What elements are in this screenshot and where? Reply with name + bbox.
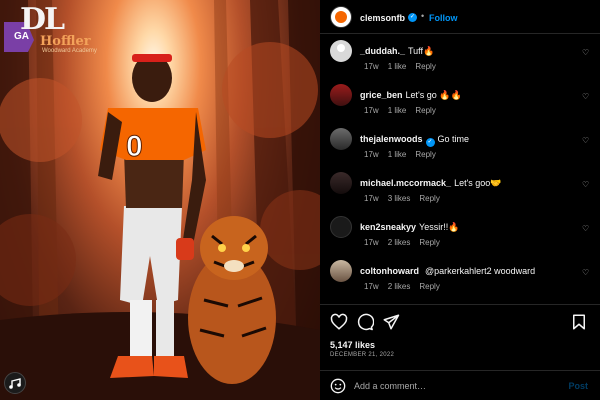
post-panel: clemsonfb ✓ • Follow _duddah._ Tuff🔥 17w 1… [320, 0, 600, 400]
commenter-username[interactable]: _duddah._ [360, 46, 405, 56]
comment-text: Tuff🔥 [408, 46, 435, 56]
comment-likes[interactable]: 1 like [388, 150, 407, 159]
comment-like-icon[interactable]: ♡ [582, 224, 590, 233]
comment-time: 17w [364, 62, 379, 71]
heart-icon[interactable] [330, 313, 348, 331]
commenter-avatar[interactable] [330, 84, 352, 106]
bookmark-icon[interactable] [570, 313, 588, 331]
comment-item: grice_ben Let's go 🔥🔥 17w 1 like Reply ♡ [320, 84, 600, 128]
comment-likes[interactable]: 2 likes [388, 238, 411, 247]
verified-badge-icon: ✓ [425, 138, 435, 147]
audio-icon[interactable] [4, 372, 26, 394]
comment-like-icon[interactable]: ♡ [582, 48, 590, 57]
comment-input[interactable] [354, 377, 554, 395]
follow-button[interactable]: Follow [429, 13, 458, 23]
owner-username[interactable]: clemsonfb [360, 13, 405, 23]
commenter-username[interactable]: michael.mccormack_ [360, 178, 451, 188]
badge-school: Woodward Academy [42, 48, 97, 54]
comment-likes[interactable]: 1 like [388, 62, 407, 71]
comment-text: @parkerkahlert2 woodward [425, 266, 536, 276]
comment-time: 17w [364, 194, 379, 203]
owner-avatar[interactable] [330, 6, 352, 28]
comment-time: 17w [364, 238, 379, 247]
reply-button[interactable]: Reply [415, 150, 435, 159]
commenter-avatar[interactable] [330, 172, 352, 194]
comment-item: _duddah._ Tuff🔥 17w 1 like Reply ♡ [320, 40, 600, 84]
comment-like-icon[interactable]: ♡ [582, 180, 590, 189]
post-image[interactable]: 0 GA DL Hoffler Woodward Academy [0, 0, 320, 400]
post-artwork: 0 [0, 0, 320, 400]
comment-likes[interactable]: 1 like [388, 106, 407, 115]
comment-time: 17w [364, 106, 379, 115]
comment-like-icon[interactable]: ♡ [582, 268, 590, 277]
commenter-username[interactable]: ken2sneakyy [360, 222, 416, 232]
comment-like-icon[interactable]: ♡ [582, 136, 590, 145]
smiley-icon[interactable] [330, 378, 346, 394]
add-comment-bar: Post [320, 370, 600, 400]
commenter-avatar[interactable] [330, 128, 352, 150]
commenter-avatar[interactable] [330, 40, 352, 62]
badge-initials: DL [20, 2, 65, 37]
comment-item: michael.mccormack_ Let's goo🤝 17w 3 likes R… [320, 172, 600, 216]
commenter-avatar[interactable] [330, 216, 352, 238]
likes-count[interactable]: 5,147 likes [330, 340, 375, 350]
badge-last-name: Hoffler [40, 34, 91, 49]
comment-likes[interactable]: 3 likes [388, 194, 411, 203]
comment-likes[interactable]: 2 likes [388, 282, 411, 291]
comment-item: coltonhoward @parkerkahlert2 woodward 17w… [320, 260, 600, 304]
commenter-username[interactable]: coltonhoward [360, 266, 419, 276]
comment-time: 17w [364, 150, 379, 159]
comment-text: Go time [437, 134, 470, 144]
tiger [188, 216, 276, 384]
recruit-badge: GA DL Hoffler Woodward Academy [2, 2, 97, 54]
clemson-paw-icon [335, 11, 347, 23]
jersey-number: 0 [126, 130, 143, 163]
post-button[interactable]: Post [568, 381, 588, 391]
reply-button[interactable]: Reply [419, 194, 439, 203]
comment-like-icon[interactable]: ♡ [582, 92, 590, 101]
separator: • [421, 11, 425, 21]
commenter-username[interactable]: thejalenwoods [360, 134, 423, 144]
comment-text: Let's go 🔥🔥 [405, 90, 462, 100]
comment-item: ken2sneakyy Yessir!!🔥 17w 2 likes Reply ♡ [320, 216, 600, 260]
comment-text: Yessir!!🔥 [419, 222, 460, 232]
commenter-username[interactable]: grice_ben [360, 90, 403, 100]
reply-button[interactable]: Reply [415, 62, 435, 71]
comment-bubble-icon[interactable] [356, 313, 375, 331]
comment-time: 17w [364, 282, 379, 291]
comment-text: Let's goo🤝 [454, 178, 502, 188]
paper-plane-icon[interactable] [382, 313, 400, 331]
post-header: clemsonfb ✓ • Follow [320, 0, 600, 34]
commenter-avatar[interactable] [330, 260, 352, 282]
reply-button[interactable]: Reply [419, 238, 439, 247]
action-bar [320, 304, 600, 334]
verified-badge-icon: ✓ [408, 13, 417, 22]
post-date: DECEMBER 21, 2022 [330, 352, 395, 358]
reply-button[interactable]: Reply [415, 106, 435, 115]
comment-item: thejalenwoods ✓ Go time 17w 1 like Reply ♡ [320, 128, 600, 172]
reply-button[interactable]: Reply [419, 282, 439, 291]
